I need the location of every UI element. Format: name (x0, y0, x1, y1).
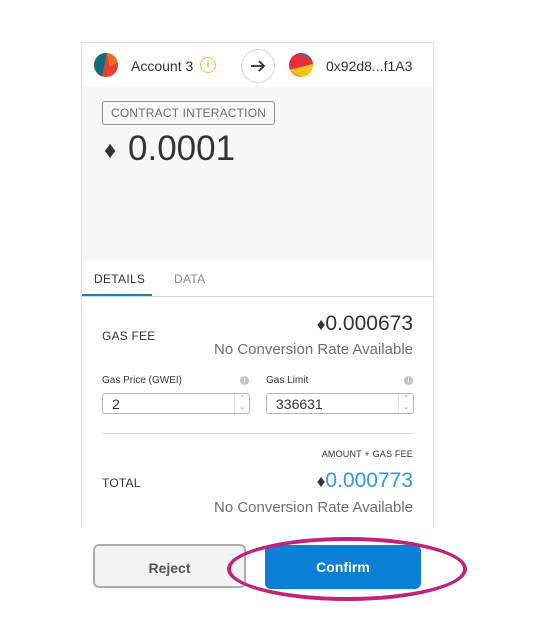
from-avatar-identicon (94, 53, 118, 77)
to-address[interactable]: 0x92d8...f1A3 (326, 58, 412, 74)
total-amount: ♦0.000773 (317, 469, 413, 493)
amount-gas-fee-label: AMOUNT + GAS FEE (321, 449, 413, 459)
gas-limit-info-icon[interactable]: i (404, 376, 413, 385)
tab-bar: DETAILS DATA (82, 261, 433, 297)
direction-arrow-icon (241, 49, 275, 83)
tab-details[interactable]: DETAILS (94, 272, 145, 286)
reject-button[interactable]: Reject (93, 544, 246, 588)
gas-limit-input[interactable]: 336631 ⌃ ⌄ (266, 393, 414, 414)
confirm-button[interactable]: Confirm (265, 545, 421, 589)
active-tab-indicator (82, 294, 152, 296)
to-address-avatar (289, 53, 313, 77)
from-account-name[interactable]: Account 3 (131, 58, 193, 74)
gas-fee-conversion: No Conversion Rate Available (213, 341, 413, 358)
gas-fee-value: 0.000673 (325, 312, 413, 335)
gas-fee-amount: ♦0.000673 (317, 312, 413, 336)
gas-price-value: 2 (112, 396, 120, 412)
divider (102, 433, 413, 434)
gas-limit-value: 336631 (276, 396, 323, 412)
transaction-amount: 0.0001 (128, 129, 236, 168)
total-conversion: No Conversion Rate Available (213, 499, 413, 516)
gas-price-label: Gas Price (GWEI) (102, 375, 183, 386)
eth-icon: ♦ (104, 137, 117, 164)
gas-price-stepper[interactable]: ⌃ ⌄ (234, 394, 249, 413)
transaction-summary: CONTRACT INTERACTION ♦ 0.0001 (82, 87, 433, 261)
method-badge: CONTRACT INTERACTION (102, 101, 276, 125)
from-account-avatar (94, 53, 118, 77)
total-label: TOTAL (102, 476, 141, 490)
gas-price-info-icon[interactable]: i (240, 376, 249, 385)
account-bar: Account 3 i 0x92d8...f1A3 (82, 42, 433, 88)
gas-limit-stepper[interactable]: ⌃ ⌄ (398, 394, 413, 413)
total-value: 0.000773 (325, 469, 413, 492)
gas-price-input[interactable]: 2 ⌃ ⌄ (102, 393, 250, 414)
confirm-transaction-panel: Account 3 i 0x92d8...f1A3 CONTRACT INTER… (81, 42, 434, 528)
tab-data[interactable]: DATA (174, 272, 205, 286)
gas-limit-label: Gas Limit (266, 375, 309, 386)
to-avatar-identicon (289, 53, 313, 77)
details-pane: GAS FEE ♦0.000673 No Conversion Rate Ava… (82, 297, 433, 528)
gas-fee-label: GAS FEE (102, 329, 156, 343)
info-icon[interactable]: i (200, 57, 216, 73)
